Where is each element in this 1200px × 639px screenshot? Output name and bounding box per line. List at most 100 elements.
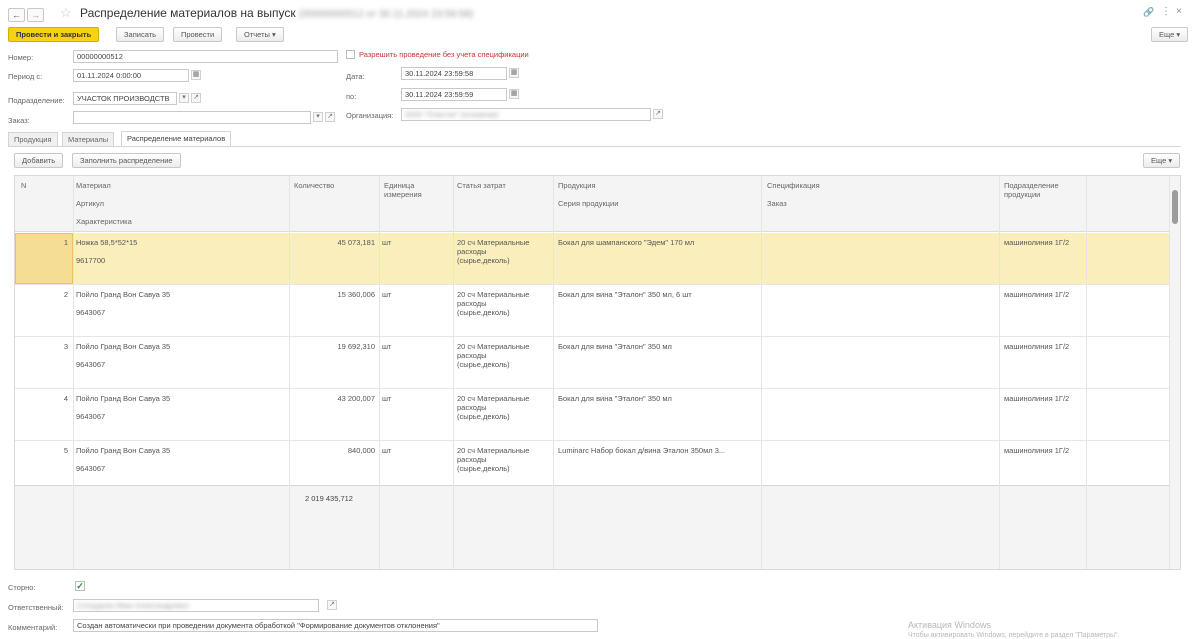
open-link-icon[interactable]: ↗ bbox=[191, 93, 201, 103]
nav-forward-button[interactable]: → bbox=[27, 8, 44, 22]
header-product[interactable]: Продукция bbox=[558, 181, 596, 190]
row-cost-line1: 20 сч Материальные bbox=[457, 446, 530, 455]
fill-distribution-button[interactable]: Заполнить распределение bbox=[72, 153, 181, 168]
scrollbar-thumb[interactable] bbox=[1172, 190, 1178, 224]
add-button[interactable]: Добавить bbox=[14, 153, 64, 168]
table-row[interactable]: 1 Ножка 58,5*52*15 9617700 45 073,181 шт 20 с… bbox=[15, 233, 1170, 285]
open-link-icon[interactable]: ↗ bbox=[325, 112, 335, 122]
column-divider bbox=[1086, 176, 1087, 569]
open-link-icon[interactable]: ↗ bbox=[653, 109, 663, 119]
calendar-icon[interactable]: ▦ bbox=[509, 89, 519, 99]
subdivision-field[interactable]: УЧАСТОК ПРОИЗВОДСТВ bbox=[73, 92, 177, 105]
row-article: 9643067 bbox=[76, 308, 106, 317]
organization-field[interactable]: ООО "Пластик" (основная) bbox=[401, 108, 651, 121]
row-article: 9643067 bbox=[76, 464, 106, 473]
order-field[interactable] bbox=[73, 111, 311, 124]
header-unit-line1: Единица bbox=[384, 181, 415, 190]
reports-button[interactable]: Отчеты ▾ bbox=[236, 27, 284, 42]
header-cost-item[interactable]: Статья затрат bbox=[457, 181, 506, 190]
row-number: 3 bbox=[63, 342, 68, 351]
header-order[interactable]: Заказ bbox=[767, 199, 787, 208]
number-field[interactable]: 00000000512 bbox=[73, 50, 338, 63]
row-material: Пойло Гранд Вон Савуа 35 bbox=[76, 394, 171, 403]
open-link-icon[interactable]: ↗ bbox=[327, 600, 337, 610]
document-title-suffix: (00000000512 от 30.11.2024 23:59:58) bbox=[299, 9, 474, 20]
reports-label: Отчеты bbox=[244, 30, 270, 39]
period-to-field[interactable]: 30.11.2024 23:59:59 bbox=[401, 88, 507, 101]
dropdown-icon[interactable]: ▾ bbox=[179, 93, 189, 103]
menu-dots-icon[interactable]: ⋮ bbox=[1161, 6, 1171, 17]
table-row[interactable]: 4 Пойло Гранд Вон Савуа 35 9643067 43 200,0… bbox=[15, 389, 1170, 441]
row-product: Luminarc Набор бокал д/вина Эталон 350мл… bbox=[558, 446, 726, 455]
comment-field[interactable]: Создан автоматически при проведении доку… bbox=[73, 619, 598, 632]
favorite-star-icon[interactable]: ☆ bbox=[60, 5, 72, 21]
header-series[interactable]: Серия продукции bbox=[558, 199, 618, 208]
header-material[interactable]: Материал bbox=[76, 181, 111, 190]
tab-distribution[interactable]: Распределение материалов bbox=[121, 131, 232, 147]
period-label: Период с: bbox=[8, 72, 43, 81]
table-header: N Материал Артикул Характеристика Количе… bbox=[15, 176, 1170, 232]
row-quantity: 840,000 bbox=[347, 446, 375, 455]
row-cost-line1: 20 сч Материальные bbox=[457, 394, 530, 403]
more-label: Еще bbox=[1159, 30, 1175, 39]
column-divider bbox=[379, 176, 380, 569]
row-subdivision: машинолиния 1Г/2 bbox=[1004, 342, 1070, 351]
number-label: Номер: bbox=[8, 53, 34, 62]
distribution-table[interactable]: N Материал Артикул Характеристика Количе… bbox=[14, 175, 1181, 570]
close-icon[interactable]: × bbox=[1176, 6, 1182, 17]
tab-materials[interactable]: Материалы bbox=[62, 132, 115, 147]
period-to-label: по: bbox=[346, 92, 357, 101]
row-number: 5 bbox=[63, 446, 68, 455]
row-subdivision: машинолиния 1Г/2 bbox=[1004, 238, 1070, 247]
calendar-icon[interactable]: ▦ bbox=[191, 70, 201, 80]
period-from-field[interactable]: 01.11.2024 0:00:00 bbox=[73, 69, 189, 82]
tab-products[interactable]: Продукция bbox=[8, 132, 58, 147]
table-row[interactable]: 2 Пойло Гранд Вон Савуа 35 9643067 15 360,0… bbox=[15, 285, 1170, 337]
header-article[interactable]: Артикул bbox=[76, 199, 104, 208]
date-label: Дата: bbox=[346, 72, 365, 81]
nav-back-button[interactable]: ← bbox=[8, 8, 25, 22]
table-scrollbar[interactable] bbox=[1169, 176, 1180, 569]
header-n[interactable]: N bbox=[21, 181, 26, 190]
header-characteristic[interactable]: Характеристика bbox=[76, 217, 132, 226]
subdivision-label: Подразделение: bbox=[8, 96, 65, 105]
row-unit: шт bbox=[382, 290, 392, 299]
windows-activation-text: Чтобы активировать Windows, перейдите в … bbox=[908, 632, 1120, 639]
allow-checkbox[interactable] bbox=[346, 50, 355, 59]
post-button[interactable]: Провести bbox=[173, 27, 223, 42]
storno-checkbox[interactable]: ✓ bbox=[75, 581, 85, 591]
date-field[interactable]: 30.11.2024 23:59:58 bbox=[401, 67, 507, 80]
row-cost-line2: расходы bbox=[457, 247, 487, 256]
chevron-down-icon: ▾ bbox=[1176, 30, 1181, 39]
header-unit-line2: измерения bbox=[384, 190, 422, 199]
column-divider bbox=[761, 176, 762, 569]
calendar-icon[interactable]: ▦ bbox=[509, 68, 519, 78]
grid-more-button[interactable]: Еще ▾ bbox=[1143, 153, 1181, 168]
row-material: Пойло Гранд Вон Савуа 35 bbox=[76, 290, 171, 299]
header-spec[interactable]: Спецификация bbox=[767, 181, 820, 190]
post-and-close-button[interactable]: Провести и закрыть bbox=[8, 27, 100, 42]
header-subdivision[interactable]: Подразделение продукции bbox=[1004, 181, 1059, 199]
header-unit[interactable]: Единица измерения bbox=[384, 181, 422, 199]
row-number: 1 bbox=[63, 238, 68, 247]
responsible-field[interactable]: Сотрудник Иван Александрович bbox=[73, 599, 319, 612]
row-cost-line1: 20 сч Материальные bbox=[457, 342, 530, 351]
organization-label: Организация: bbox=[346, 111, 394, 120]
row-product: Бокал для вина "Эталон" 350 мл bbox=[558, 394, 672, 403]
dropdown-icon[interactable]: ▾ bbox=[313, 112, 323, 122]
save-button[interactable]: Записать bbox=[116, 27, 165, 42]
header-subdivision-line1: Подразделение bbox=[1004, 181, 1059, 190]
more-button[interactable]: Еще ▾ bbox=[1151, 27, 1189, 42]
row-unit: шт bbox=[382, 394, 392, 403]
total-quantity: 2 019 435,712 bbox=[305, 494, 353, 503]
header-quantity[interactable]: Количество bbox=[294, 181, 334, 190]
link-icon[interactable]: 🔗 bbox=[1143, 7, 1154, 18]
table-row[interactable]: 3 Пойло Гранд Вон Савуа 35 9643067 19 692,3… bbox=[15, 337, 1170, 389]
row-cost-line1: 20 сч Материальные bbox=[457, 290, 530, 299]
allow-without-spec-label: Разрешить проведение без учета специфика… bbox=[359, 50, 529, 59]
row-subdivision: машинолиния 1Г/2 bbox=[1004, 394, 1070, 403]
row-number: 2 bbox=[63, 290, 68, 299]
chevron-down-icon: ▾ bbox=[272, 30, 276, 39]
chevron-down-icon: ▾ bbox=[1168, 156, 1173, 165]
row-cost-line3: (сырье,деколь) bbox=[457, 256, 510, 265]
